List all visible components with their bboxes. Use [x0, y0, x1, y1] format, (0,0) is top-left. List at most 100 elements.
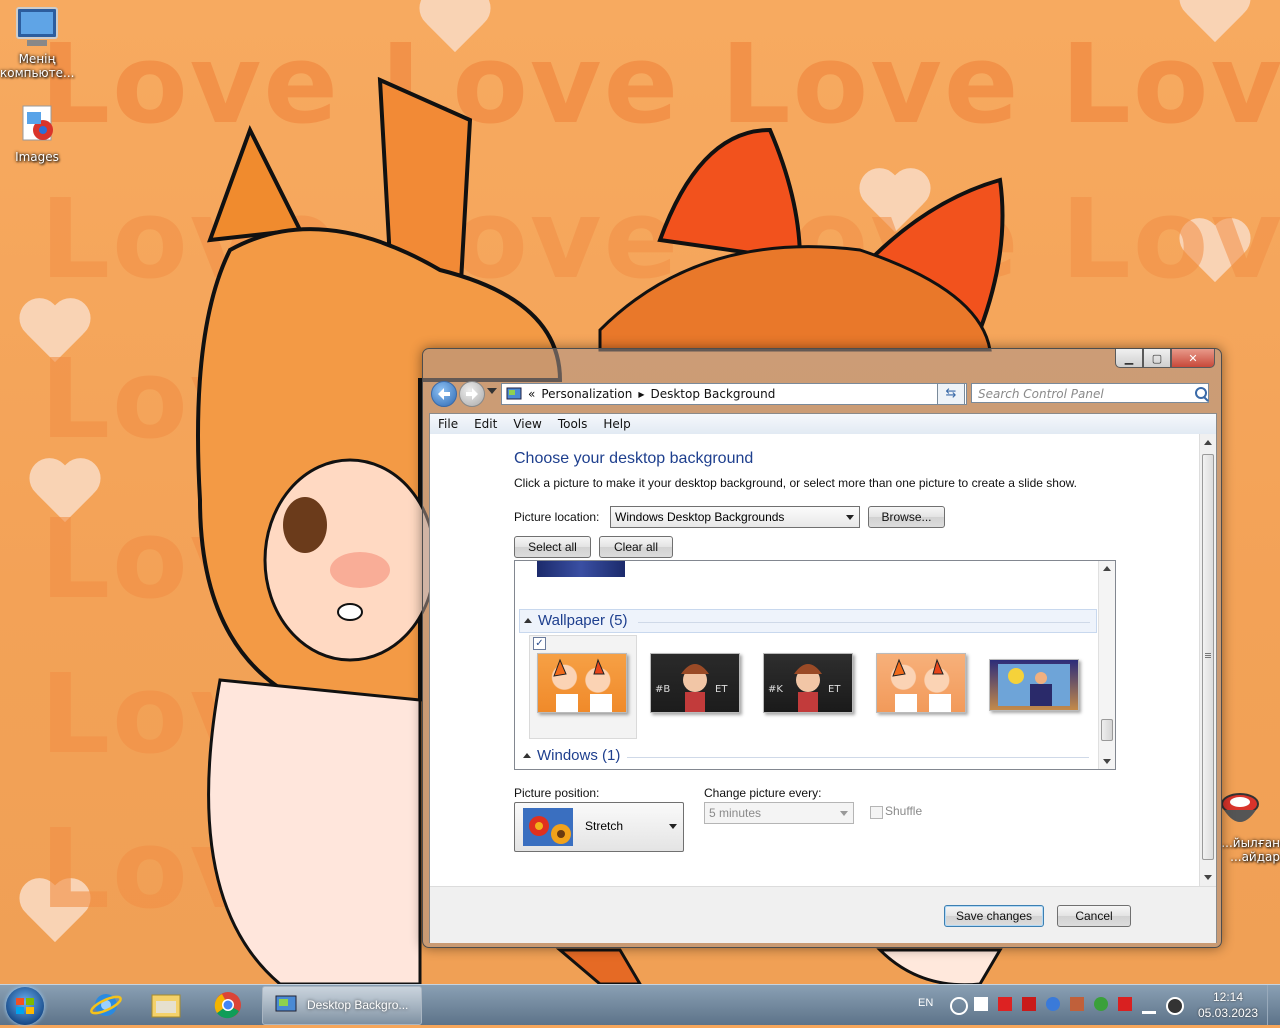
group-title: Windows (1)	[537, 747, 621, 764]
select-all-button[interactable]: Select all	[514, 536, 591, 558]
wallpaper-thumbnail-2[interactable]: #B ET	[650, 653, 740, 713]
speaker-icon[interactable]	[1070, 997, 1084, 1011]
content-pane: Choose your desktop background Click a p…	[430, 434, 1200, 886]
group-header-windows[interactable]: Windows (1)	[519, 745, 1095, 767]
clear-all-button[interactable]: Clear all	[599, 536, 673, 558]
address-bar[interactable]: « Personalization ▶ Desktop Background	[501, 383, 967, 405]
start-button[interactable]	[6, 987, 44, 1025]
picture-position-value: Stretch	[585, 819, 624, 833]
change-every-label: Change picture every:	[704, 786, 822, 800]
scroll-down-icon[interactable]	[1103, 759, 1111, 764]
window-footer: Save changes Cancel	[430, 886, 1216, 943]
desktop-icon-label: Images	[15, 150, 59, 164]
maximize-button[interactable]: ▢	[1143, 349, 1171, 368]
svg-text:#B: #B	[655, 684, 670, 695]
collapse-icon	[523, 753, 531, 758]
desktop-icon-images[interactable]: Images	[0, 104, 74, 164]
content-scrollbar[interactable]	[1199, 434, 1216, 886]
page-description: Click a picture to make it your desktop …	[514, 476, 1077, 490]
keyboard-icon[interactable]	[974, 997, 988, 1011]
change-every-value: 5 minutes	[709, 806, 762, 820]
flag-icon[interactable]	[1118, 997, 1132, 1011]
menu-bar: File Edit View Tools Help	[430, 414, 1216, 434]
recycle-bin-icon	[1216, 790, 1264, 834]
forward-arrow-icon	[466, 388, 478, 400]
clock-date: 05.03.2023	[1197, 1006, 1259, 1020]
pdf-icon[interactable]	[1022, 997, 1036, 1011]
search-icon[interactable]	[1195, 387, 1207, 399]
cancel-button[interactable]: Cancel	[1057, 905, 1131, 927]
folder-icon	[151, 994, 181, 1018]
language-indicator[interactable]: EN	[918, 997, 933, 1009]
images-icon	[13, 104, 61, 148]
back-button[interactable]	[431, 381, 457, 407]
menu-edit[interactable]: Edit	[466, 414, 505, 434]
taskbar-explorer[interactable]	[146, 989, 186, 1021]
wallpaper-thumbnail-1[interactable]	[537, 653, 627, 713]
chevron-down-icon	[840, 811, 848, 816]
group-title: Wallpaper (5)	[538, 612, 628, 629]
picture-location-value: Windows Desktop Backgrounds	[615, 510, 785, 524]
shuffle-label: Shuffle	[885, 804, 923, 818]
collapse-icon	[524, 618, 532, 623]
globe-icon[interactable]	[950, 997, 968, 1015]
windows-logo-icon	[16, 998, 34, 1014]
menu-help[interactable]: Help	[595, 414, 638, 434]
internet-explorer-icon	[90, 994, 122, 1016]
menu-tools[interactable]: Tools	[550, 414, 596, 434]
picture-position-label: Picture position:	[514, 786, 600, 800]
scroll-up-icon[interactable]	[1103, 566, 1111, 571]
scroll-thumb[interactable]	[1202, 454, 1214, 860]
security-icon[interactable]	[1094, 997, 1108, 1011]
clock-time: 12:14	[1212, 990, 1244, 1004]
signal-icon[interactable]	[1142, 997, 1156, 1014]
wallpaper-thumbnail-4[interactable]	[876, 653, 966, 713]
navigation-bar: « Personalization ▶ Desktop Background ⇆…	[431, 379, 1213, 407]
browse-button[interactable]: Browse...	[868, 506, 945, 528]
taskbar-ie[interactable]	[86, 989, 126, 1021]
chevron-down-icon	[669, 824, 677, 829]
scroll-thumb[interactable]	[1101, 719, 1113, 741]
refresh-button[interactable]: ⇆	[937, 383, 965, 405]
chrome-icon	[214, 992, 241, 1019]
scroll-down-icon[interactable]	[1204, 875, 1212, 880]
system-clock[interactable]: 12:14 05.03.2023	[1196, 989, 1260, 1021]
network-icon[interactable]	[1166, 997, 1184, 1015]
taskbar-chrome[interactable]	[208, 989, 248, 1021]
computer-icon	[13, 6, 61, 50]
close-button[interactable]: ✕	[1171, 349, 1215, 368]
forward-button[interactable]	[459, 381, 485, 407]
menu-file[interactable]: File	[430, 414, 466, 434]
menu-view[interactable]: View	[505, 414, 549, 434]
taskbar-window-desktop-background[interactable]: Desktop Backgro...	[262, 986, 422, 1025]
thumbnail-partial[interactable]	[537, 561, 625, 577]
taskbar-window-label: Desktop Backgro...	[307, 998, 409, 1012]
client-area: File Edit View Tools Help Choose your de…	[429, 413, 1217, 943]
caption-buttons: ▁ ▢ ✕	[1115, 349, 1215, 368]
breadcrumb-personalization[interactable]: Personalization	[541, 387, 632, 401]
desktop-icon-computer[interactable]: Менің компьюте...	[0, 6, 74, 80]
stretch-preview-icon	[523, 808, 573, 846]
svg-text:#K: #K	[768, 684, 783, 695]
page-title: Choose your desktop background	[514, 450, 754, 467]
picture-location-select[interactable]: Windows Desktop Backgrounds	[610, 506, 860, 528]
save-changes-button[interactable]: Save changes	[944, 905, 1044, 927]
thumbnail-checkbox[interactable]: ✓	[533, 637, 546, 650]
breadcrumb-separator-icon[interactable]: ▶	[638, 390, 644, 399]
recent-pages-button[interactable]	[487, 388, 497, 394]
picture-position-select[interactable]: Stretch	[514, 802, 684, 852]
wallpaper-thumbnail-3[interactable]: #K ET	[763, 653, 853, 713]
show-desktop-button[interactable]	[1267, 985, 1280, 1025]
amd-icon[interactable]	[998, 997, 1012, 1011]
picture-location-label: Picture location:	[514, 510, 600, 524]
app-tray-icon[interactable]	[1046, 997, 1060, 1011]
group-header-wallpaper[interactable]: Wallpaper (5)	[519, 609, 1097, 633]
taskbar: Desktop Backgro... EN 12:14 05.03.2023	[0, 984, 1280, 1025]
picture-list-scrollbar[interactable]	[1098, 561, 1115, 769]
breadcrumb-prefix[interactable]: «	[528, 387, 535, 401]
minimize-button[interactable]: ▁	[1115, 349, 1143, 368]
wallpaper-thumbnail-5[interactable]	[989, 659, 1079, 711]
search-input[interactable]: Search Control Panel	[971, 383, 1209, 403]
breadcrumb-desktop-background[interactable]: Desktop Background	[650, 387, 775, 401]
scroll-up-icon[interactable]	[1204, 440, 1212, 445]
